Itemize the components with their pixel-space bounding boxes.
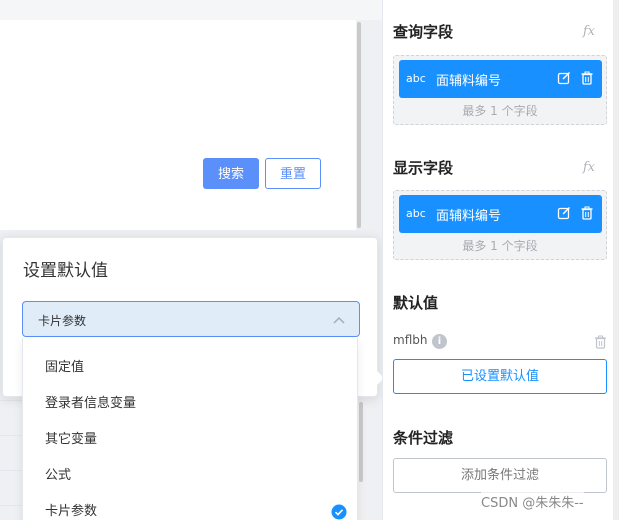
- default-type-select[interactable]: 卡片参数: [22, 301, 360, 337]
- field-label: 面辅料编号: [436, 209, 502, 224]
- reset-button[interactable]: 重置: [265, 158, 321, 189]
- trash-icon[interactable]: [580, 71, 594, 85]
- field-type-label: abc: [406, 72, 426, 85]
- add-condition-filter-button[interactable]: 添加条件过滤: [393, 458, 607, 493]
- watermark: CSDN @朱朱朱--: [481, 492, 584, 511]
- check-circle-icon: [331, 504, 347, 520]
- default-field-name: mflbh: [393, 333, 428, 347]
- query-fields-box: abc 面辅料编号 最多 1 个字段: [393, 55, 607, 125]
- query-field-chip[interactable]: abc 面辅料编号: [399, 60, 602, 98]
- search-button[interactable]: 搜索: [203, 158, 259, 189]
- default-type-dropdown: 固定值 登录者信息变量 其它变量 公式 卡片参数: [22, 338, 358, 520]
- option-login-user-variable[interactable]: 登录者信息变量: [23, 386, 357, 422]
- display-fields-hint: 最多 1 个字段: [462, 239, 538, 253]
- trash-icon[interactable]: [580, 206, 594, 220]
- option-fixed-value[interactable]: 固定值: [23, 350, 357, 386]
- display-fields-box: abc 面辅料编号 最多 1 个字段: [393, 190, 607, 260]
- search-card-scrollbar-thumb[interactable]: [357, 22, 361, 228]
- trash-icon[interactable]: [594, 335, 607, 349]
- edit-icon[interactable]: [557, 71, 571, 85]
- top-strip: [0, 0, 382, 20]
- search-card: [0, 20, 362, 230]
- query-fields-title: 查询字段: [393, 23, 454, 41]
- field-label: 面辅料编号: [436, 74, 502, 89]
- condition-filter-title: 条件过滤: [393, 429, 454, 447]
- option-label: 卡片参数: [45, 504, 98, 519]
- field-type-label: abc: [406, 207, 426, 220]
- panel-scrollbar[interactable]: [613, 0, 619, 520]
- option-formula[interactable]: 公式: [23, 458, 357, 494]
- default-value-button[interactable]: 已设置默认值: [393, 359, 607, 394]
- info-icon[interactable]: i: [432, 334, 447, 349]
- formula-icon[interactable]: fx: [583, 24, 595, 39]
- display-fields-title: 显示字段: [393, 159, 454, 177]
- chevron-up-icon: [333, 316, 345, 324]
- option-card-parameter[interactable]: 卡片参数: [23, 494, 357, 520]
- query-fields-hint: 最多 1 个字段: [462, 104, 538, 118]
- popover-title: 设置默认值: [23, 261, 108, 281]
- default-value-title: 默认值: [393, 294, 439, 312]
- table-scrollbar-thumb[interactable]: [359, 402, 363, 482]
- select-value: 卡片参数: [38, 314, 87, 328]
- display-field-chip[interactable]: abc 面辅料编号: [399, 195, 602, 233]
- properties-panel: 查询字段 fx abc 面辅料编号 最多 1 个字段 显示字段 fx abc 面…: [382, 0, 619, 520]
- option-other-variable[interactable]: 其它变量: [23, 422, 357, 458]
- edit-icon[interactable]: [557, 206, 571, 220]
- table-row-lines: [0, 400, 22, 520]
- formula-icon[interactable]: fx: [583, 160, 595, 175]
